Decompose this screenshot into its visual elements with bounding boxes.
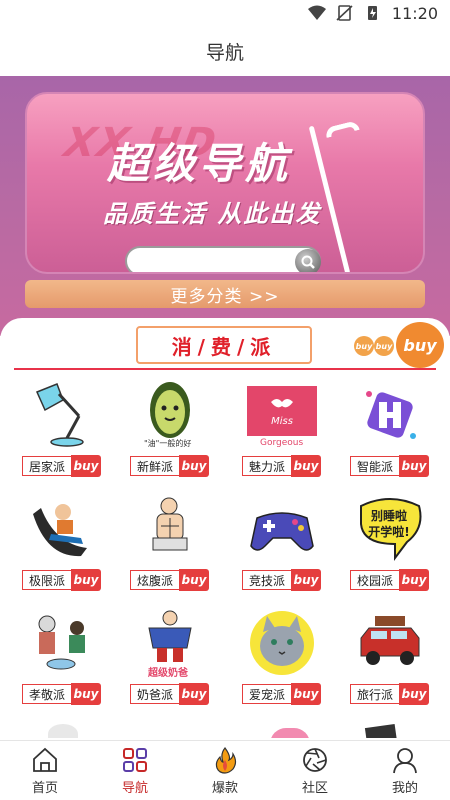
banner-stick-hook xyxy=(324,120,360,138)
flame-icon xyxy=(215,746,237,774)
category-item-jujia[interactable]: 居家派 buy xyxy=(22,380,102,484)
speech-bubble-icon: 别睡啦 开学啦! xyxy=(360,498,422,561)
nav-label: 我的 xyxy=(391,780,418,796)
banner-area: XX HD 超级导航 品质生活 从此出发 更多分类 >> xyxy=(0,76,450,336)
category-item-lvxing[interactable]: 旅行派 buy xyxy=(350,608,430,712)
desk-lamp-icon xyxy=(35,383,84,447)
gamepad-icon xyxy=(250,512,314,551)
category-label: 竞技派 buy xyxy=(242,569,321,591)
buy-small-circle-icon: buy xyxy=(354,336,374,356)
status-time: 11:20 xyxy=(391,3,438,23)
bottom-nav: 首页 导航 爆款 社区 我的 xyxy=(0,740,450,800)
nav-label: 首页 xyxy=(31,780,58,796)
category-item-xiaoyuan[interactable]: 别睡啦 开学啦! 校园派 buy xyxy=(350,494,430,598)
section-title: 消/费/派 xyxy=(171,334,277,359)
travel-car-icon xyxy=(360,616,420,665)
section-divider xyxy=(14,368,436,370)
buy-decoration: buy buy buy xyxy=(354,322,446,368)
banner[interactable]: XX HD 超级导航 品质生活 从此出发 xyxy=(25,92,425,274)
more-categories-label: 更多分类 >> xyxy=(170,286,280,307)
nav-item-home[interactable]: 首页 xyxy=(0,741,90,800)
category-item-xuanfu[interactable]: 炫腹派 buy xyxy=(130,494,210,598)
search-button[interactable] xyxy=(295,249,321,272)
user-icon xyxy=(393,747,417,773)
category-item-meili[interactable]: Miss Gorgeous 魅力派 buy xyxy=(242,380,322,484)
no-sim-icon xyxy=(336,5,353,21)
category-item-xinxian[interactable]: "油"一般的好 新鲜派 buy xyxy=(130,380,210,484)
category-item-jingji[interactable]: 竞技派 buy xyxy=(242,494,322,598)
buy-small-circle-icon: buy xyxy=(374,336,394,356)
buy-big-circle: buy xyxy=(396,322,444,368)
category-label: 校园派 buy xyxy=(350,569,429,591)
banner-search-input[interactable] xyxy=(125,246,321,272)
section-header: 消/费/派 xyxy=(136,326,312,364)
svg-text:Miss: Miss xyxy=(271,416,293,427)
wifi-icon xyxy=(307,5,326,20)
aperture-icon xyxy=(303,747,327,772)
category-label: 炫腹派 buy xyxy=(130,569,209,591)
partial-category-image xyxy=(364,724,398,738)
category-label: 新鲜派 buy xyxy=(130,455,209,477)
category-label: 智能派 buy xyxy=(350,455,429,477)
battery-icon xyxy=(367,6,377,20)
category-caption: Gorgeous xyxy=(260,438,304,448)
category-item-xiaojing[interactable]: 孝敬派 buy xyxy=(22,608,102,712)
category-panel: 消/费/派 buy buy buy 居家派 buy "油"一般的好 新鲜派 bu… xyxy=(0,318,450,738)
category-label: 居家派 buy xyxy=(22,455,101,477)
partial-category-image xyxy=(270,728,310,738)
title-bar: 导航 xyxy=(0,26,450,76)
category-caption: 超级奶爸 xyxy=(148,668,188,679)
category-item-naiba[interactable]: 超级奶爸 奶爸派 buy xyxy=(130,608,210,712)
category-label: 旅行派 buy xyxy=(350,683,429,705)
nav-item-mine[interactable]: 我的 xyxy=(360,741,450,800)
more-categories-button[interactable]: 更多分类 >> xyxy=(25,280,425,308)
page-title: 导航 xyxy=(205,41,244,64)
abs-man-icon xyxy=(152,497,188,551)
grid-nav-icon xyxy=(123,747,147,772)
elderly-care-icon xyxy=(38,615,85,670)
status-bar: 11:20 xyxy=(0,0,450,26)
category-item-zhineng[interactable]: 智能派 buy xyxy=(350,380,430,484)
nav-label: 社区 xyxy=(301,780,328,796)
skateboard-icon xyxy=(33,504,87,557)
nav-label: 爆款 xyxy=(211,780,238,796)
category-label: 爱宠派 buy xyxy=(242,683,321,705)
svg-text:开学啦!: 开学啦! xyxy=(368,524,409,539)
nav-label: 导航 xyxy=(121,780,148,796)
category-item-jixian[interactable]: 极限派 buy xyxy=(22,494,102,598)
svg-text:别睡啦: 别睡啦 xyxy=(370,508,407,523)
banner-slogan: 品质生活 从此出发 xyxy=(103,200,322,228)
category-item-aichong[interactable]: 爱宠派 buy xyxy=(242,608,322,712)
category-label: 孝敬派 buy xyxy=(22,683,101,705)
partial-category-image xyxy=(48,724,78,738)
nav-item-hot[interactable]: 爆款 xyxy=(180,741,270,800)
category-label: 魅力派 buy xyxy=(242,455,321,477)
home-icon xyxy=(33,747,57,772)
category-caption: "油"一般的好 xyxy=(144,439,192,448)
nav-item-navigation[interactable]: 导航 xyxy=(90,741,180,800)
nav-item-community[interactable]: 社区 xyxy=(270,741,360,800)
search-icon xyxy=(301,255,315,269)
banner-title: 超级导航 xyxy=(107,139,292,188)
category-label: 奶爸派 buy xyxy=(130,683,209,705)
cat-icon xyxy=(250,611,314,675)
category-label: 极限派 buy xyxy=(22,569,101,591)
smart-logo-icon xyxy=(366,391,416,439)
